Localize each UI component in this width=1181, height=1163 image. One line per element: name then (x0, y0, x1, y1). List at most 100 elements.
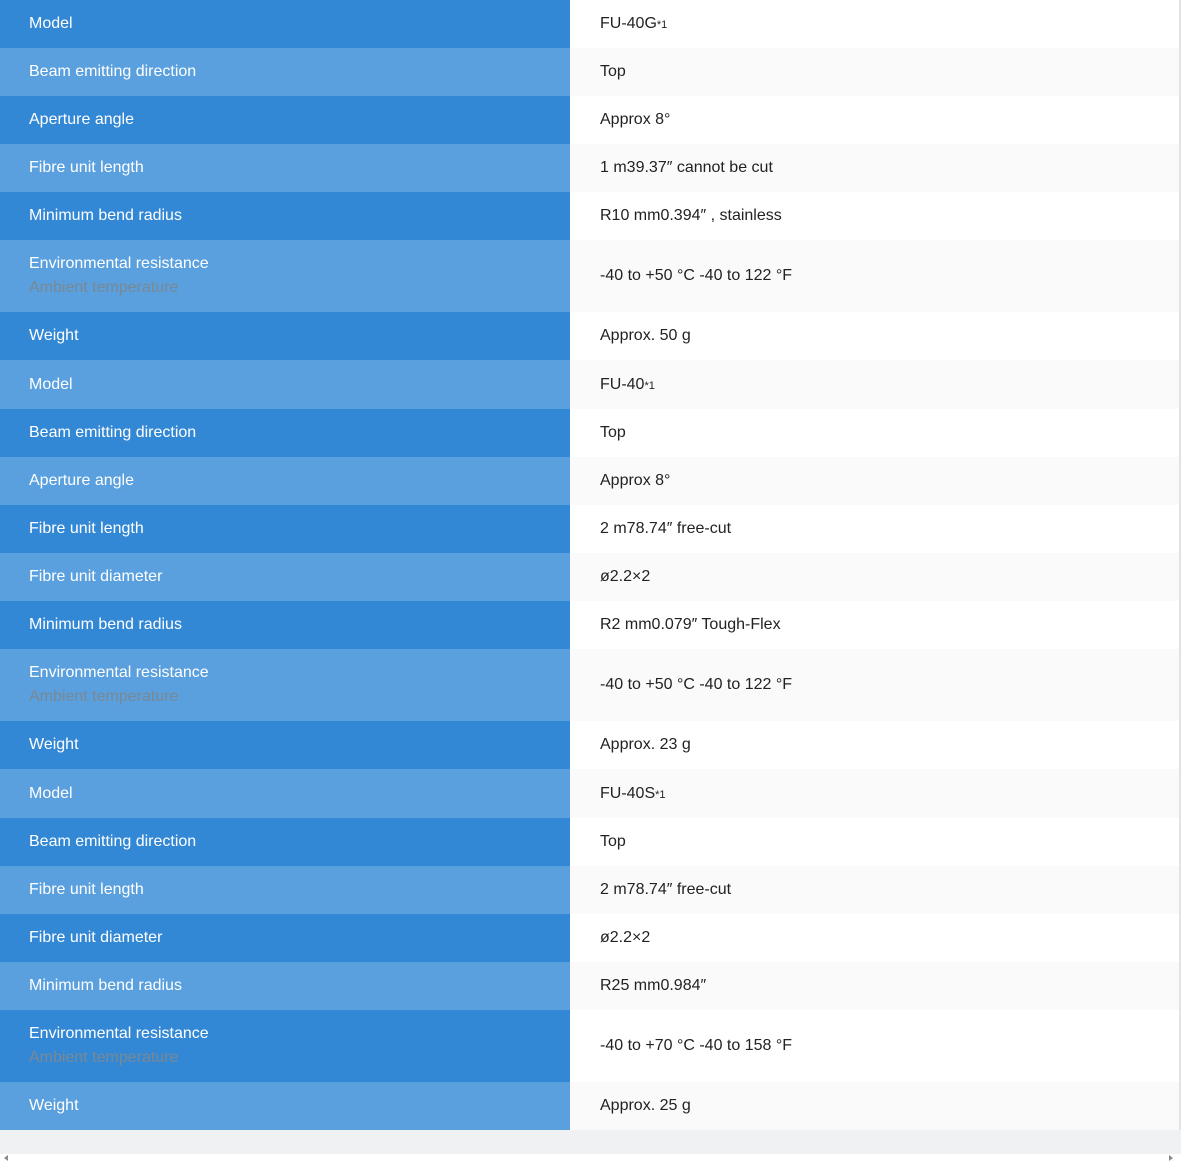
value-text: R10 mm0.394″ , stainless (600, 207, 782, 224)
spec-label: Environmental resistance Ambient tempera… (0, 1010, 570, 1082)
spec-value: Top (570, 48, 1181, 96)
value-text: Top (600, 833, 626, 850)
label-text: Fibre unit diameter (29, 568, 163, 585)
spec-row-aperture-angle: Aperture angle Approx 8° (0, 457, 1181, 505)
label-text: Environmental resistance (29, 255, 209, 272)
page-footer-band (0, 1130, 1181, 1154)
spec-row-fibre-length: Fibre unit length 2 m78.74″ free-cut (0, 505, 1181, 553)
label-text: Fibre unit length (29, 520, 144, 537)
spec-value: ø2.2×2 (570, 553, 1181, 601)
spec-value: FU-40G *1 (570, 0, 1181, 48)
value-text: FU-40S (600, 784, 656, 802)
value-text: 2 m78.74″ free-cut (600, 881, 732, 898)
spec-label: Beam emitting direction (0, 48, 570, 96)
spec-row-fibre-length: Fibre unit length 1 m39.37″ cannot be cu… (0, 144, 1181, 192)
label-text: Aperture angle (29, 111, 134, 128)
spec-label: Model (0, 0, 570, 48)
spec-row-bend-radius: Minimum bend radius R10 mm0.394″ , stain… (0, 192, 1181, 240)
spec-value: 1 m39.37″ cannot be cut (570, 144, 1181, 192)
label-text: Beam emitting direction (29, 833, 197, 850)
label-text: Aperture angle (29, 472, 134, 489)
value-text: -40 to +50 °C -40 to 122 °F (600, 267, 793, 284)
spec-value: R2 mm0.079″ Tough-Flex (570, 601, 1181, 649)
spec-row-beam-direction: Beam emitting direction Top (0, 48, 1181, 96)
label-text: Fibre unit length (29, 159, 144, 176)
spec-value: R25 mm0.984″ (570, 962, 1181, 1010)
spec-value: Approx. 23 g (570, 721, 1181, 769)
spec-row-environmental: Environmental resistance Ambient tempera… (0, 240, 1181, 312)
label-text: Minimum bend radius (29, 207, 182, 224)
spec-value: FU-40 *1 (570, 360, 1181, 409)
value-text: Top (600, 63, 626, 80)
sub-label-text: Ambient temperature (29, 1049, 179, 1066)
spec-label: Environmental resistance Ambient tempera… (0, 240, 570, 312)
spec-label: Model (0, 360, 570, 409)
spec-row-weight: Weight Approx. 23 g (0, 721, 1181, 769)
footnote-marker: *1 (644, 379, 655, 392)
spec-table: Model FU-40G *1 Beam emitting direction T… (0, 0, 1181, 1130)
value-text: -40 to +70 °C -40 to 158 °F (600, 1037, 793, 1054)
spec-label: Aperture angle (0, 96, 570, 144)
spec-value: 2 m78.74″ free-cut (570, 866, 1181, 914)
spec-value: R10 mm0.394″ , stainless (570, 192, 1181, 240)
spec-value: Approx 8° (570, 96, 1181, 144)
footnote-marker: *1 (656, 19, 668, 31)
spec-row-fibre-diameter: Fibre unit diameter ø2.2×2 (0, 914, 1181, 962)
value-text: R2 mm0.079″ Tough-Flex (600, 616, 781, 633)
value-text: Approx. 25 g (600, 1097, 691, 1114)
spec-row-model: Model FU-40G *1 (0, 0, 1181, 48)
spec-label: Fibre unit diameter (0, 553, 570, 601)
sub-label-text: Ambient temperature (29, 688, 179, 705)
spec-label: Weight (0, 721, 570, 769)
spec-value: -40 to +70 °C -40 to 158 °F (570, 1010, 1181, 1082)
label-text: Minimum bend radius (29, 977, 182, 994)
spec-row-beam-direction: Beam emitting direction Top (0, 818, 1181, 866)
value-text: Top (600, 424, 626, 441)
spec-row-environmental: Environmental resistance Ambient tempera… (0, 649, 1181, 721)
label-text: Model (29, 375, 73, 393)
scroll-left-arrow-icon[interactable] (4, 1155, 8, 1161)
spec-label: Minimum bend radius (0, 192, 570, 240)
spec-label: Environmental resistance Ambient tempera… (0, 649, 570, 721)
spec-label: Fibre unit length (0, 144, 570, 192)
spec-row-environmental: Environmental resistance Ambient tempera… (0, 1010, 1181, 1082)
spec-row-weight: Weight Approx. 50 g (0, 312, 1181, 360)
value-text: 2 m78.74″ free-cut (600, 520, 732, 537)
footnote-marker: *1 (655, 788, 666, 801)
value-text: ø2.2×2 (600, 568, 651, 585)
value-text: R25 mm0.984″ (600, 977, 707, 994)
spec-label: Beam emitting direction (0, 818, 570, 866)
spec-value: -40 to +50 °C -40 to 122 °F (570, 649, 1181, 721)
label-text: Environmental resistance (29, 664, 209, 681)
sub-label-text: Ambient temperature (29, 279, 179, 296)
spec-label: Beam emitting direction (0, 409, 570, 457)
value-text: FU-40G (600, 15, 657, 32)
value-text: Approx 8° (600, 472, 671, 489)
spec-row-model: Model FU-40 *1 (0, 360, 1181, 409)
label-text: Weight (29, 736, 79, 753)
spec-row-beam-direction: Beam emitting direction Top (0, 409, 1181, 457)
spec-row-model: Model FU-40S *1 (0, 769, 1181, 818)
label-text: Beam emitting direction (29, 63, 197, 80)
value-text: FU-40 (600, 375, 645, 393)
spec-label: Fibre unit length (0, 505, 570, 553)
label-text: Weight (29, 1097, 79, 1114)
value-text: Approx. 23 g (600, 736, 691, 753)
label-text: Fibre unit diameter (29, 929, 163, 946)
value-text: Approx 8° (600, 111, 671, 128)
label-text: Model (29, 784, 73, 802)
spec-label: Minimum bend radius (0, 601, 570, 649)
spec-value: Approx 8° (570, 457, 1181, 505)
label-text: Model (29, 15, 73, 32)
horizontal-scrollbar[interactable] (0, 1154, 1181, 1163)
spec-value: Top (570, 818, 1181, 866)
scroll-right-arrow-icon[interactable] (1169, 1155, 1173, 1161)
spec-label: Model (0, 769, 570, 818)
label-text: Environmental resistance (29, 1025, 209, 1042)
value-text: 1 m39.37″ cannot be cut (600, 159, 773, 176)
spec-row-fibre-diameter: Fibre unit diameter ø2.2×2 (0, 553, 1181, 601)
label-text: Fibre unit length (29, 881, 144, 898)
value-text: ø2.2×2 (600, 929, 651, 946)
spec-row-weight: Weight Approx. 25 g (0, 1082, 1181, 1130)
label-text: Weight (29, 327, 79, 344)
